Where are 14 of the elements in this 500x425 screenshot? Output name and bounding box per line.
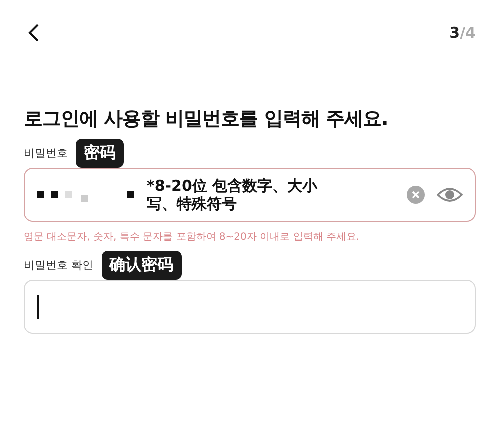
error-message: 영문 대소문자, 숫자, 특수 문자를 포함하여 8~20자 이내로 입력해 주세요. (24, 231, 361, 244)
password-field[interactable]: *8-20位 包含数字、大小写、特殊符号 (24, 168, 476, 222)
text-cursor (37, 295, 39, 319)
clear-icon[interactable] (407, 186, 425, 204)
annotation-tag: 密码 (76, 138, 124, 168)
field-label: 비밀번호 (24, 146, 68, 160)
page-heading: 로그인에 사용할 비밀번호를 입력해 주세요. (24, 107, 390, 132)
annotation-text: *8-20位 包含数字、大小写、特殊符号 (147, 177, 319, 213)
step-counter: 3/4 (450, 24, 476, 42)
field-label: 비밀번호 확인 (24, 258, 94, 272)
annotation-tag: 确认密码 (102, 250, 182, 280)
password-field[interactable] (24, 280, 476, 334)
eye-icon[interactable] (437, 186, 463, 204)
back-icon[interactable] (28, 24, 40, 42)
